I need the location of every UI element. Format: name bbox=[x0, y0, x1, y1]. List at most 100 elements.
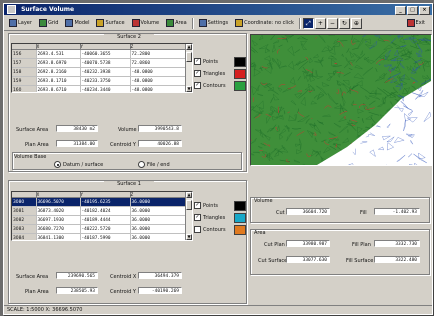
row-index-cell[interactable]: 3080 bbox=[12, 197, 37, 207]
surface2-scrollbar[interactable]: ▲ ▼ bbox=[185, 44, 192, 92]
table-cell[interactable]: 36.0000 bbox=[130, 206, 192, 216]
zoom-out-icon[interactable]: − bbox=[326, 17, 338, 29]
toolbar-surface-button[interactable]: Surface bbox=[93, 17, 127, 30]
row-index-cell[interactable]: 157 bbox=[12, 58, 37, 68]
table-cell[interactable]: 2692.8.2160 bbox=[36, 67, 81, 77]
table-row[interactable]: 160 2693.8.6710 -40234.3440 -48.0800 bbox=[12, 85, 192, 92]
scroll-down-icon[interactable]: ▼ bbox=[186, 86, 192, 92]
area-cut-surface-value: 33077.630 bbox=[286, 256, 330, 263]
table-cell[interactable]: -48.0800 bbox=[130, 85, 192, 92]
toolbar-grid-button[interactable]: Grid bbox=[36, 17, 62, 30]
toolbar-settings-button[interactable]: Settings bbox=[196, 17, 232, 30]
toolbar-coordinate-button[interactable]: Coordinate: no click bbox=[232, 17, 297, 30]
exit-button[interactable]: Exit bbox=[404, 17, 428, 30]
table-row[interactable]: 159 2693.8.1710 -40233.3750 -48.0800 bbox=[12, 76, 192, 86]
table-row[interactable]: 158 2692.8.2160 -40232.3938 -48.0800 bbox=[12, 67, 192, 77]
checkbox-icon: ✓ bbox=[194, 214, 201, 221]
s2-points-color-swatch[interactable] bbox=[234, 57, 246, 67]
row-index-cell[interactable]: 3081 bbox=[12, 206, 37, 216]
surface1-scrollbar[interactable]: ▲ ▼ bbox=[185, 192, 192, 240]
table-cell[interactable]: -40182.4024 bbox=[80, 206, 131, 216]
table-row[interactable]: 3084 36841.1300 -40187.5990 36.0000 bbox=[12, 233, 192, 240]
table-cell[interactable]: -48.0800 bbox=[130, 67, 192, 77]
s1-plan-area-label: Plan Area bbox=[25, 289, 49, 295]
table-cell[interactable]: -40233.3750 bbox=[80, 76, 131, 86]
checkbox-icon: ✓ bbox=[194, 58, 201, 65]
close-button[interactable]: × bbox=[419, 6, 430, 15]
row-index-cell[interactable]: 3083 bbox=[12, 224, 37, 234]
s1-points-color-swatch[interactable] bbox=[234, 201, 246, 211]
zoom-in-icon[interactable]: + bbox=[314, 17, 326, 29]
s1-contours-checkbox[interactable]: Contours bbox=[194, 226, 226, 233]
table-cell[interactable]: 36.0000 bbox=[130, 197, 192, 207]
table-cell[interactable]: -40187.5990 bbox=[80, 233, 131, 240]
table-row[interactable]: 3083 36680.7270 -40222.5720 36.0000 bbox=[12, 224, 192, 234]
toolbar-area-button[interactable]: Area bbox=[163, 17, 190, 30]
toolbar-volume-button[interactable]: Volume bbox=[129, 17, 163, 30]
s2-points-checkbox[interactable]: ✓ Points bbox=[194, 58, 218, 65]
row-index-cell[interactable]: 156 bbox=[12, 49, 37, 59]
scroll-up-icon[interactable]: ▲ bbox=[186, 192, 192, 198]
scroll-down-icon[interactable]: ▼ bbox=[186, 234, 192, 240]
table-cell[interactable]: 36.0000 bbox=[130, 233, 192, 240]
row-index-cell[interactable]: 160 bbox=[12, 85, 37, 92]
row-index-cell[interactable]: 3082 bbox=[12, 215, 37, 225]
surface1-grid[interactable]: X Y Z 3080 36696.5070 -40195.6235 36.0000 30… bbox=[11, 191, 193, 241]
table-cell[interactable]: 36696.5070 bbox=[36, 197, 81, 207]
s1-triangles-checkbox[interactable]: ✓ Triangles bbox=[194, 214, 225, 221]
table-cell[interactable]: 72.0860 bbox=[130, 58, 192, 68]
table-cell[interactable]: 36.0000 bbox=[130, 215, 192, 225]
s2-triangles-color-swatch[interactable] bbox=[234, 69, 246, 79]
table-cell[interactable]: 72.2800 bbox=[130, 49, 192, 59]
surface2-grid[interactable]: X Y Z 156 2693.4.531 -40060.3655 72.2800 157… bbox=[11, 43, 193, 93]
surface-map-view[interactable] bbox=[250, 34, 432, 166]
scroll-thumb[interactable] bbox=[186, 52, 192, 62]
s2-contours-color-swatch[interactable] bbox=[234, 81, 246, 91]
scroll-up-icon[interactable]: ▲ bbox=[186, 44, 192, 50]
table-row[interactable]: 156 2693.4.531 -40060.3655 72.2800 bbox=[12, 49, 192, 59]
zoom-extents-icon[interactable]: ⤢ bbox=[302, 17, 314, 29]
table-cell[interactable]: 36680.7270 bbox=[36, 224, 81, 234]
table-cell[interactable]: 2693.4.531 bbox=[36, 49, 81, 59]
s1-triangles-color-swatch[interactable] bbox=[234, 213, 246, 223]
s2-volume-label: Volume bbox=[118, 127, 137, 133]
s1-contours-color-swatch[interactable] bbox=[234, 225, 246, 235]
table-cell[interactable]: -40232.3938 bbox=[80, 67, 131, 77]
toolbar-layer-button[interactable]: Layer bbox=[6, 17, 35, 30]
title-bar[interactable]: Surface Volume _ □ × bbox=[4, 4, 432, 15]
pan-icon[interactable]: ⊕ bbox=[350, 17, 362, 29]
table-row[interactable]: 3080 36696.5070 -40195.6235 36.0000 bbox=[12, 197, 192, 207]
table-cell[interactable]: -40189.4444 bbox=[80, 215, 131, 225]
s1-points-checkbox[interactable]: ✓ Points bbox=[194, 202, 218, 209]
table-cell[interactable]: -40060.3655 bbox=[80, 49, 131, 59]
table-row[interactable]: 3081 36873.4020 -40182.4024 36.0000 bbox=[12, 206, 192, 216]
table-row[interactable]: 3082 36697.1930 -40189.4444 36.0000 bbox=[12, 215, 192, 225]
table-cell[interactable]: -40070.5738 bbox=[80, 58, 131, 68]
toolbar-model-button[interactable]: Model bbox=[62, 17, 92, 30]
s2-contours-checkbox[interactable]: ✓ Contours bbox=[194, 82, 226, 89]
s2-volume-value: 3990543.8 bbox=[138, 125, 182, 132]
scroll-thumb[interactable] bbox=[186, 200, 192, 210]
table-cell[interactable]: 2693.8.1710 bbox=[36, 76, 81, 86]
table-cell[interactable]: 36841.1300 bbox=[36, 233, 81, 240]
toolbar-separator bbox=[298, 17, 301, 29]
table-cell[interactable]: 36873.4020 bbox=[36, 206, 81, 216]
radio-datum-surface[interactable]: Datum / surface bbox=[54, 161, 103, 168]
table-cell[interactable]: 36.0000 bbox=[130, 224, 192, 234]
rotate-icon[interactable]: ↻ bbox=[338, 17, 350, 29]
table-cell[interactable]: -40195.6235 bbox=[80, 197, 131, 207]
table-cell[interactable]: 36697.1930 bbox=[36, 215, 81, 225]
row-index-cell[interactable]: 158 bbox=[12, 67, 37, 77]
row-index-cell[interactable]: 159 bbox=[12, 76, 37, 86]
table-cell[interactable]: 2693.8.6970 bbox=[36, 58, 81, 68]
table-row[interactable]: 157 2693.8.6970 -40070.5738 72.0860 bbox=[12, 58, 192, 68]
table-cell[interactable]: 2693.8.6710 bbox=[36, 85, 81, 92]
table-cell[interactable]: -40234.3440 bbox=[80, 85, 131, 92]
radio-file-end[interactable]: File / end bbox=[138, 161, 170, 168]
table-cell[interactable]: -40222.5720 bbox=[80, 224, 131, 234]
minimize-button[interactable]: _ bbox=[395, 6, 406, 15]
table-cell[interactable]: -48.0800 bbox=[130, 76, 192, 86]
row-index-cell[interactable]: 3084 bbox=[12, 233, 37, 240]
s2-triangles-checkbox[interactable]: ✓ Triangles bbox=[194, 70, 225, 77]
maximize-button[interactable]: □ bbox=[407, 6, 418, 15]
